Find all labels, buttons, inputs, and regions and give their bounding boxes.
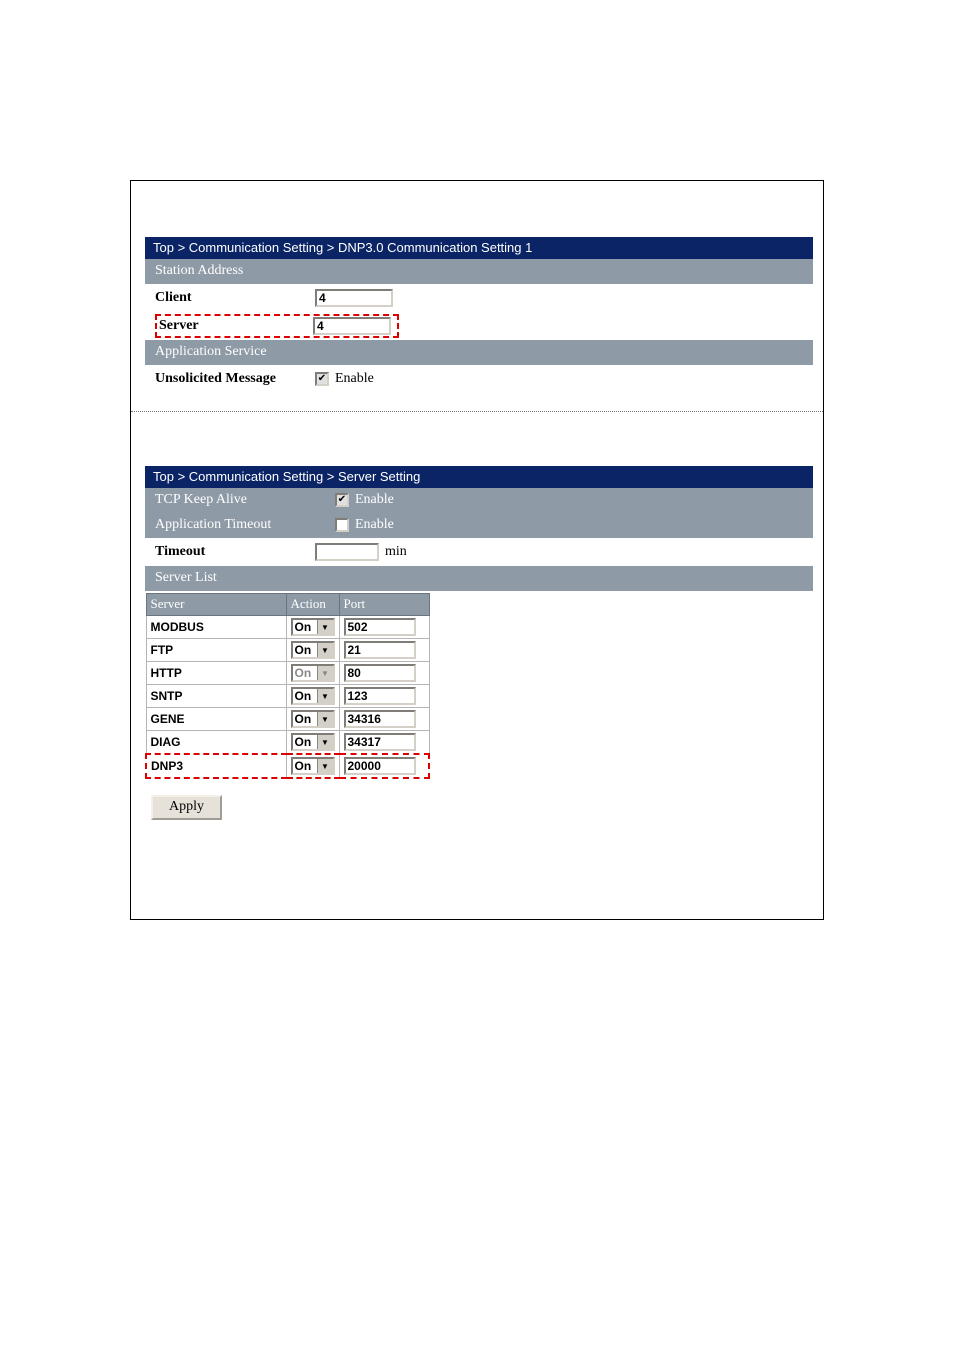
col-action: Action [286,594,339,616]
port-input[interactable] [344,733,416,751]
action-value: On [293,689,317,703]
action-value: On [293,643,317,657]
server-port-cell [339,662,429,685]
app-timeout-checkbox[interactable] [335,518,349,532]
server-action-cell: On▼ [286,639,339,662]
port-input[interactable] [344,641,416,659]
chevron-down-icon[interactable]: ▼ [317,620,333,634]
table-row: HTTP On▼ [146,662,429,685]
table-row: FTP On▼ [146,639,429,662]
row-unsolicited-message: Unsolicited Message ✔ Enable [145,365,813,393]
timeout-input[interactable] [315,543,379,561]
chevron-down-icon: ▼ [317,666,333,680]
chevron-down-icon[interactable]: ▼ [317,735,333,749]
row-timeout: Timeout min [145,538,813,566]
server-list-table: Server Action Port MODBUSOn▼FTPOn▼HTTPOn… [145,593,430,779]
server-name-cell: SNTP [146,685,286,708]
port-input[interactable] [344,710,416,728]
tcp-keep-alive-label: TCP Keep Alive [155,492,335,508]
server-name-cell: DIAG [146,731,286,755]
timeout-unit: min [385,544,407,560]
server-port-cell [339,685,429,708]
table-row: DNP3 On▼ [146,754,429,778]
server-action-cell: On▼ [286,708,339,731]
unsolicited-label: Unsolicited Message [155,371,315,387]
port-input[interactable] [344,687,416,705]
server-action-cell: On▼ [286,662,339,685]
action-value: On [293,712,317,726]
server-name-cell: DNP3 [146,754,286,778]
chevron-down-icon[interactable]: ▼ [317,689,333,703]
breadcrumb-server-setting: Top > Communication Setting > Server Set… [145,466,813,488]
server-port-cell [339,616,429,639]
port-input[interactable] [344,618,416,636]
app-timeout-label: Application Timeout [155,517,335,533]
chevron-down-icon[interactable]: ▼ [317,759,333,773]
app-timeout-enable-label: Enable [355,517,394,533]
server-action-cell: On▼ [286,616,339,639]
server-action-cell: On▼ [286,754,339,778]
table-row: GENE On▼ [146,708,429,731]
action-select[interactable]: On▼ [291,641,335,659]
server-name-cell: MODBUS [146,616,286,639]
apply-button[interactable]: Apply [151,795,222,820]
action-select[interactable]: On▼ [291,687,335,705]
section-application-service: Application Service [145,340,813,365]
server-name-cell: GENE [146,708,286,731]
server-action-cell: On▼ [286,731,339,755]
action-select[interactable]: On▼ [291,710,335,728]
col-server: Server [146,594,286,616]
action-value: On [293,735,317,749]
row-server: Server [145,312,813,340]
server-port-cell [339,708,429,731]
server-port-cell [339,639,429,662]
table-row: SNTP On▼ [146,685,429,708]
tcp-keep-alive-enable-label: Enable [355,492,394,508]
unsolicited-enable-label: Enable [335,371,374,387]
action-value: On [293,620,317,634]
action-value: On [293,666,317,680]
table-row: DIAG On▼ [146,731,429,755]
breadcrumb-dnp3: Top > Communication Setting > DNP3.0 Com… [145,237,813,259]
action-select: On▼ [291,664,335,682]
chevron-down-icon[interactable]: ▼ [317,712,333,726]
section-server-list: Server List [145,566,813,591]
server-port-cell [339,754,429,778]
server-action-cell: On▼ [286,685,339,708]
row-client: Client [145,284,813,312]
timeout-label: Timeout [155,544,315,560]
chevron-down-icon[interactable]: ▼ [317,643,333,657]
unsolicited-checkbox[interactable]: ✔ [315,372,329,386]
action-value: On [293,759,317,773]
section-station-address: Station Address [145,259,813,284]
col-port: Port [339,594,429,616]
server-port-cell [339,731,429,755]
client-label: Client [155,290,315,306]
server-name-cell: FTP [146,639,286,662]
server-input[interactable] [313,317,391,335]
client-input[interactable] [315,289,393,307]
server-name-cell: HTTP [146,662,286,685]
port-input[interactable] [344,664,416,682]
tcp-keep-alive-checkbox[interactable]: ✔ [335,493,349,507]
server-label: Server [159,318,313,334]
action-select[interactable]: On▼ [291,618,335,636]
action-select[interactable]: On▼ [291,733,335,751]
action-select[interactable]: On▼ [291,757,335,775]
table-row: MODBUS On▼ [146,616,429,639]
port-input[interactable] [344,757,416,775]
